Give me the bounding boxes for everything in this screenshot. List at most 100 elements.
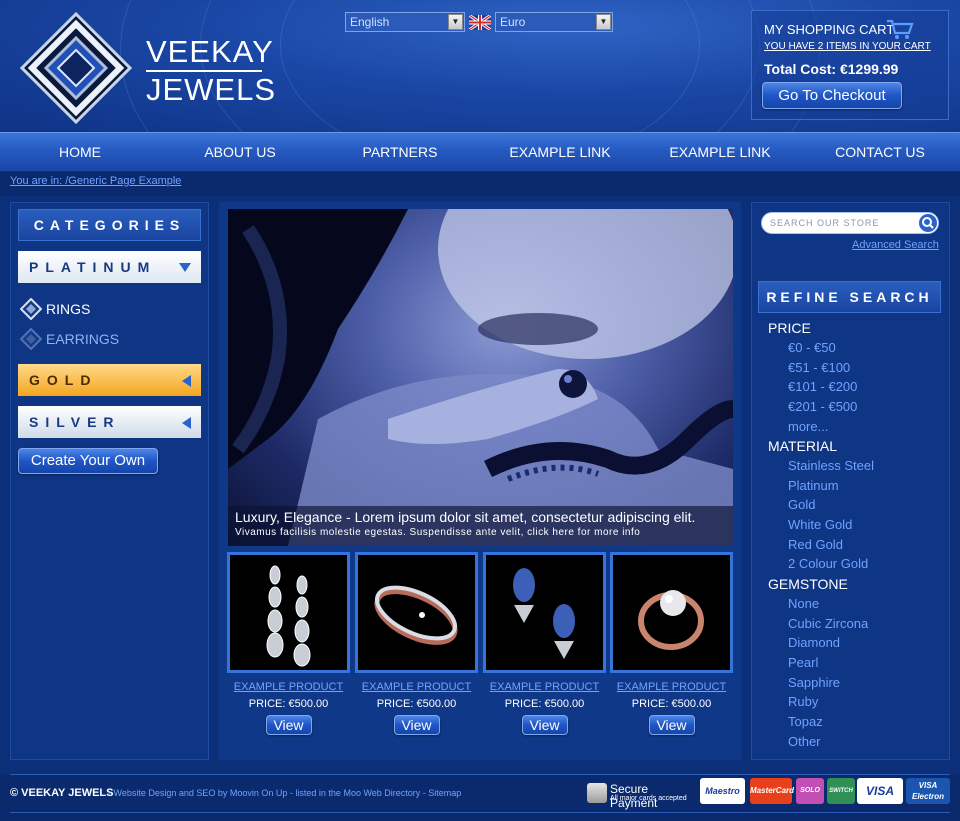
refine-gemstone-option[interactable]: Ruby [788,694,818,709]
search-placeholder: SEARCH OUR STORE [770,218,880,228]
footer-links[interactable]: - Website Design and SEO by Moovin On Up… [108,788,461,798]
language-value: English [350,15,390,29]
hero-more-link[interactable]: click here for more info [527,527,640,538]
cart-title: MY SHOPPING CART [764,22,895,37]
product-card: EXAMPLE PRODUCT PRICE: €500.00 View [483,552,606,735]
refine-gemstone-option[interactable]: Cubic Zircona [788,616,868,631]
sub-category-rings-label: RINGS [46,301,91,317]
breadcrumb[interactable]: You are in: /Generic Page Example [10,175,181,187]
categories-heading: CATEGORIES [18,209,201,241]
refine-price-option[interactable]: €201 - €500 [788,399,857,414]
sub-category-earrings[interactable]: EARRINGS [18,325,201,353]
refine-material-option[interactable]: Red Gold [788,537,843,552]
nav-example-link-2[interactable]: EXAMPLE LINK [640,144,800,160]
triangle-left-icon [182,375,191,387]
view-product-button[interactable]: View [265,715,312,735]
secure-payment-subtitle: All major cards accepted [610,795,687,802]
search-icon[interactable] [919,214,937,232]
view-product-button[interactable]: View [521,715,568,735]
product-image[interactable] [483,552,606,673]
logo-line-1: VEEKAY [146,34,274,69]
product-name[interactable]: EXAMPLE PRODUCT [483,681,606,693]
footer-divider [10,774,950,775]
product-name[interactable]: EXAMPLE PRODUCT [355,681,478,693]
secure-payment-badge: Secure Payment All major cards accepted [587,782,697,810]
product-image[interactable] [227,552,350,673]
visa-card-icon: VISA [857,778,903,804]
chevron-down-icon: ▼ [596,14,611,30]
nav-about-us[interactable]: ABOUT US [160,144,320,160]
product-name[interactable]: EXAMPLE PRODUCT [227,681,350,693]
view-product-button[interactable]: View [393,715,440,735]
refine-material-option[interactable]: 2 Colour Gold [788,556,868,571]
currency-select[interactable]: Euro ▼ [495,12,613,32]
nav-contact-us[interactable]: CONTACT US [800,144,960,160]
refine-price-option[interactable]: €0 - €50 [788,340,836,355]
search-input[interactable]: SEARCH OUR STORE [761,212,939,234]
sub-category-earrings-label: EARRINGS [46,331,120,347]
pearl-ring-image [638,590,704,650]
refine-material-option[interactable]: White Gold [788,517,852,532]
category-gold-label: GOLD [29,372,98,388]
refine-price-option[interactable]: €101 - €200 [788,379,857,394]
refine-price-heading: PRICE [768,320,811,336]
product-card: EXAMPLE PRODUCT PRICE: €500.00 View [355,552,478,735]
refine-material-option[interactable]: Platinum [788,478,839,493]
product-price: PRICE: €500.00 [504,698,585,710]
sapphire-earrings-image [513,568,575,659]
refine-price-option[interactable]: €51 - €100 [788,360,850,375]
product-name[interactable]: EXAMPLE PRODUCT [610,681,733,693]
refine-material-option[interactable]: Stainless Steel [788,458,874,473]
solo-card-icon: SOLO [796,778,824,804]
refine-price-more[interactable]: more... [788,419,828,434]
category-silver[interactable]: SILVER [18,406,201,438]
maestro-card-icon: Maestro [700,778,745,804]
product-price: PRICE: €500.00 [376,698,457,710]
refine-gemstone-option[interactable]: Topaz [788,714,823,729]
diamond-icon [20,298,42,320]
view-product-button[interactable]: View [648,715,695,735]
hero-banner[interactable]: Luxury, Elegance - Lorem ipsum dolor sit… [228,209,733,546]
cart-items-link[interactable]: YOU HAVE 2 ITEMS IN YOUR CART [764,41,931,52]
refine-gemstone-option[interactable]: Sapphire [788,675,840,690]
refine-material-option[interactable]: Gold [788,497,815,512]
language-select[interactable]: English ▼ [345,12,465,32]
product-price: PRICE: €500.00 [631,698,712,710]
ring-image [374,585,458,645]
logo-text[interactable]: VEEKAY JEWELS [146,36,276,106]
product-image[interactable] [355,552,478,673]
shopping-cart-box: MY SHOPPING CART YOU HAVE 2 ITEMS IN YOU… [751,10,949,120]
product-image[interactable] [610,552,733,673]
earrings-image [266,565,311,667]
sub-category-rings[interactable]: RINGS [18,295,201,323]
refine-gemstone-option[interactable]: Diamond [788,635,840,650]
category-gold[interactable]: GOLD [18,364,201,396]
locale-selectors: English ▼ Euro ▼ [345,12,613,32]
footer-copyright: © VEEKAY JEWELS [10,787,114,799]
advanced-search-link[interactable]: Advanced Search [852,239,939,251]
checkout-button[interactable]: Go To Checkout [762,82,902,109]
refine-material-heading: MATERIAL [768,438,837,454]
chevron-down-icon: ▼ [448,14,463,30]
refine-gemstone-option[interactable]: None [788,596,819,611]
logo-diamond-icon[interactable] [20,12,132,124]
refine-gemstone-heading: GEMSTONE [768,576,848,592]
categories-panel [10,202,209,760]
refine-gemstone-option[interactable]: Other [788,734,821,749]
hero-subtext-body: Vivamus facilisis molestie egestas. Susp… [235,527,528,538]
refine-gemstone-option[interactable]: Pearl [788,655,818,670]
nav-example-link-1[interactable]: EXAMPLE LINK [480,144,640,160]
category-platinum-label: PLATINUM [29,259,157,275]
product-price: PRICE: €500.00 [248,698,329,710]
nav-home[interactable]: HOME [0,144,160,160]
cart-total: Total Cost: €1299.99 [764,61,899,77]
hero-caption: Luxury, Elegance - Lorem ipsum dolor sit… [228,506,733,546]
refine-search-heading: REFINE SEARCH [758,281,941,313]
cart-icon[interactable] [886,18,914,40]
flag-uk-icon[interactable] [469,14,491,30]
logo-line-2: JEWELS [146,72,277,107]
create-your-own-button[interactable]: Create Your Own [18,448,158,474]
category-platinum[interactable]: PLATINUM [18,251,201,283]
triangle-down-icon [179,263,191,272]
nav-partners[interactable]: PARTNERS [320,144,480,160]
